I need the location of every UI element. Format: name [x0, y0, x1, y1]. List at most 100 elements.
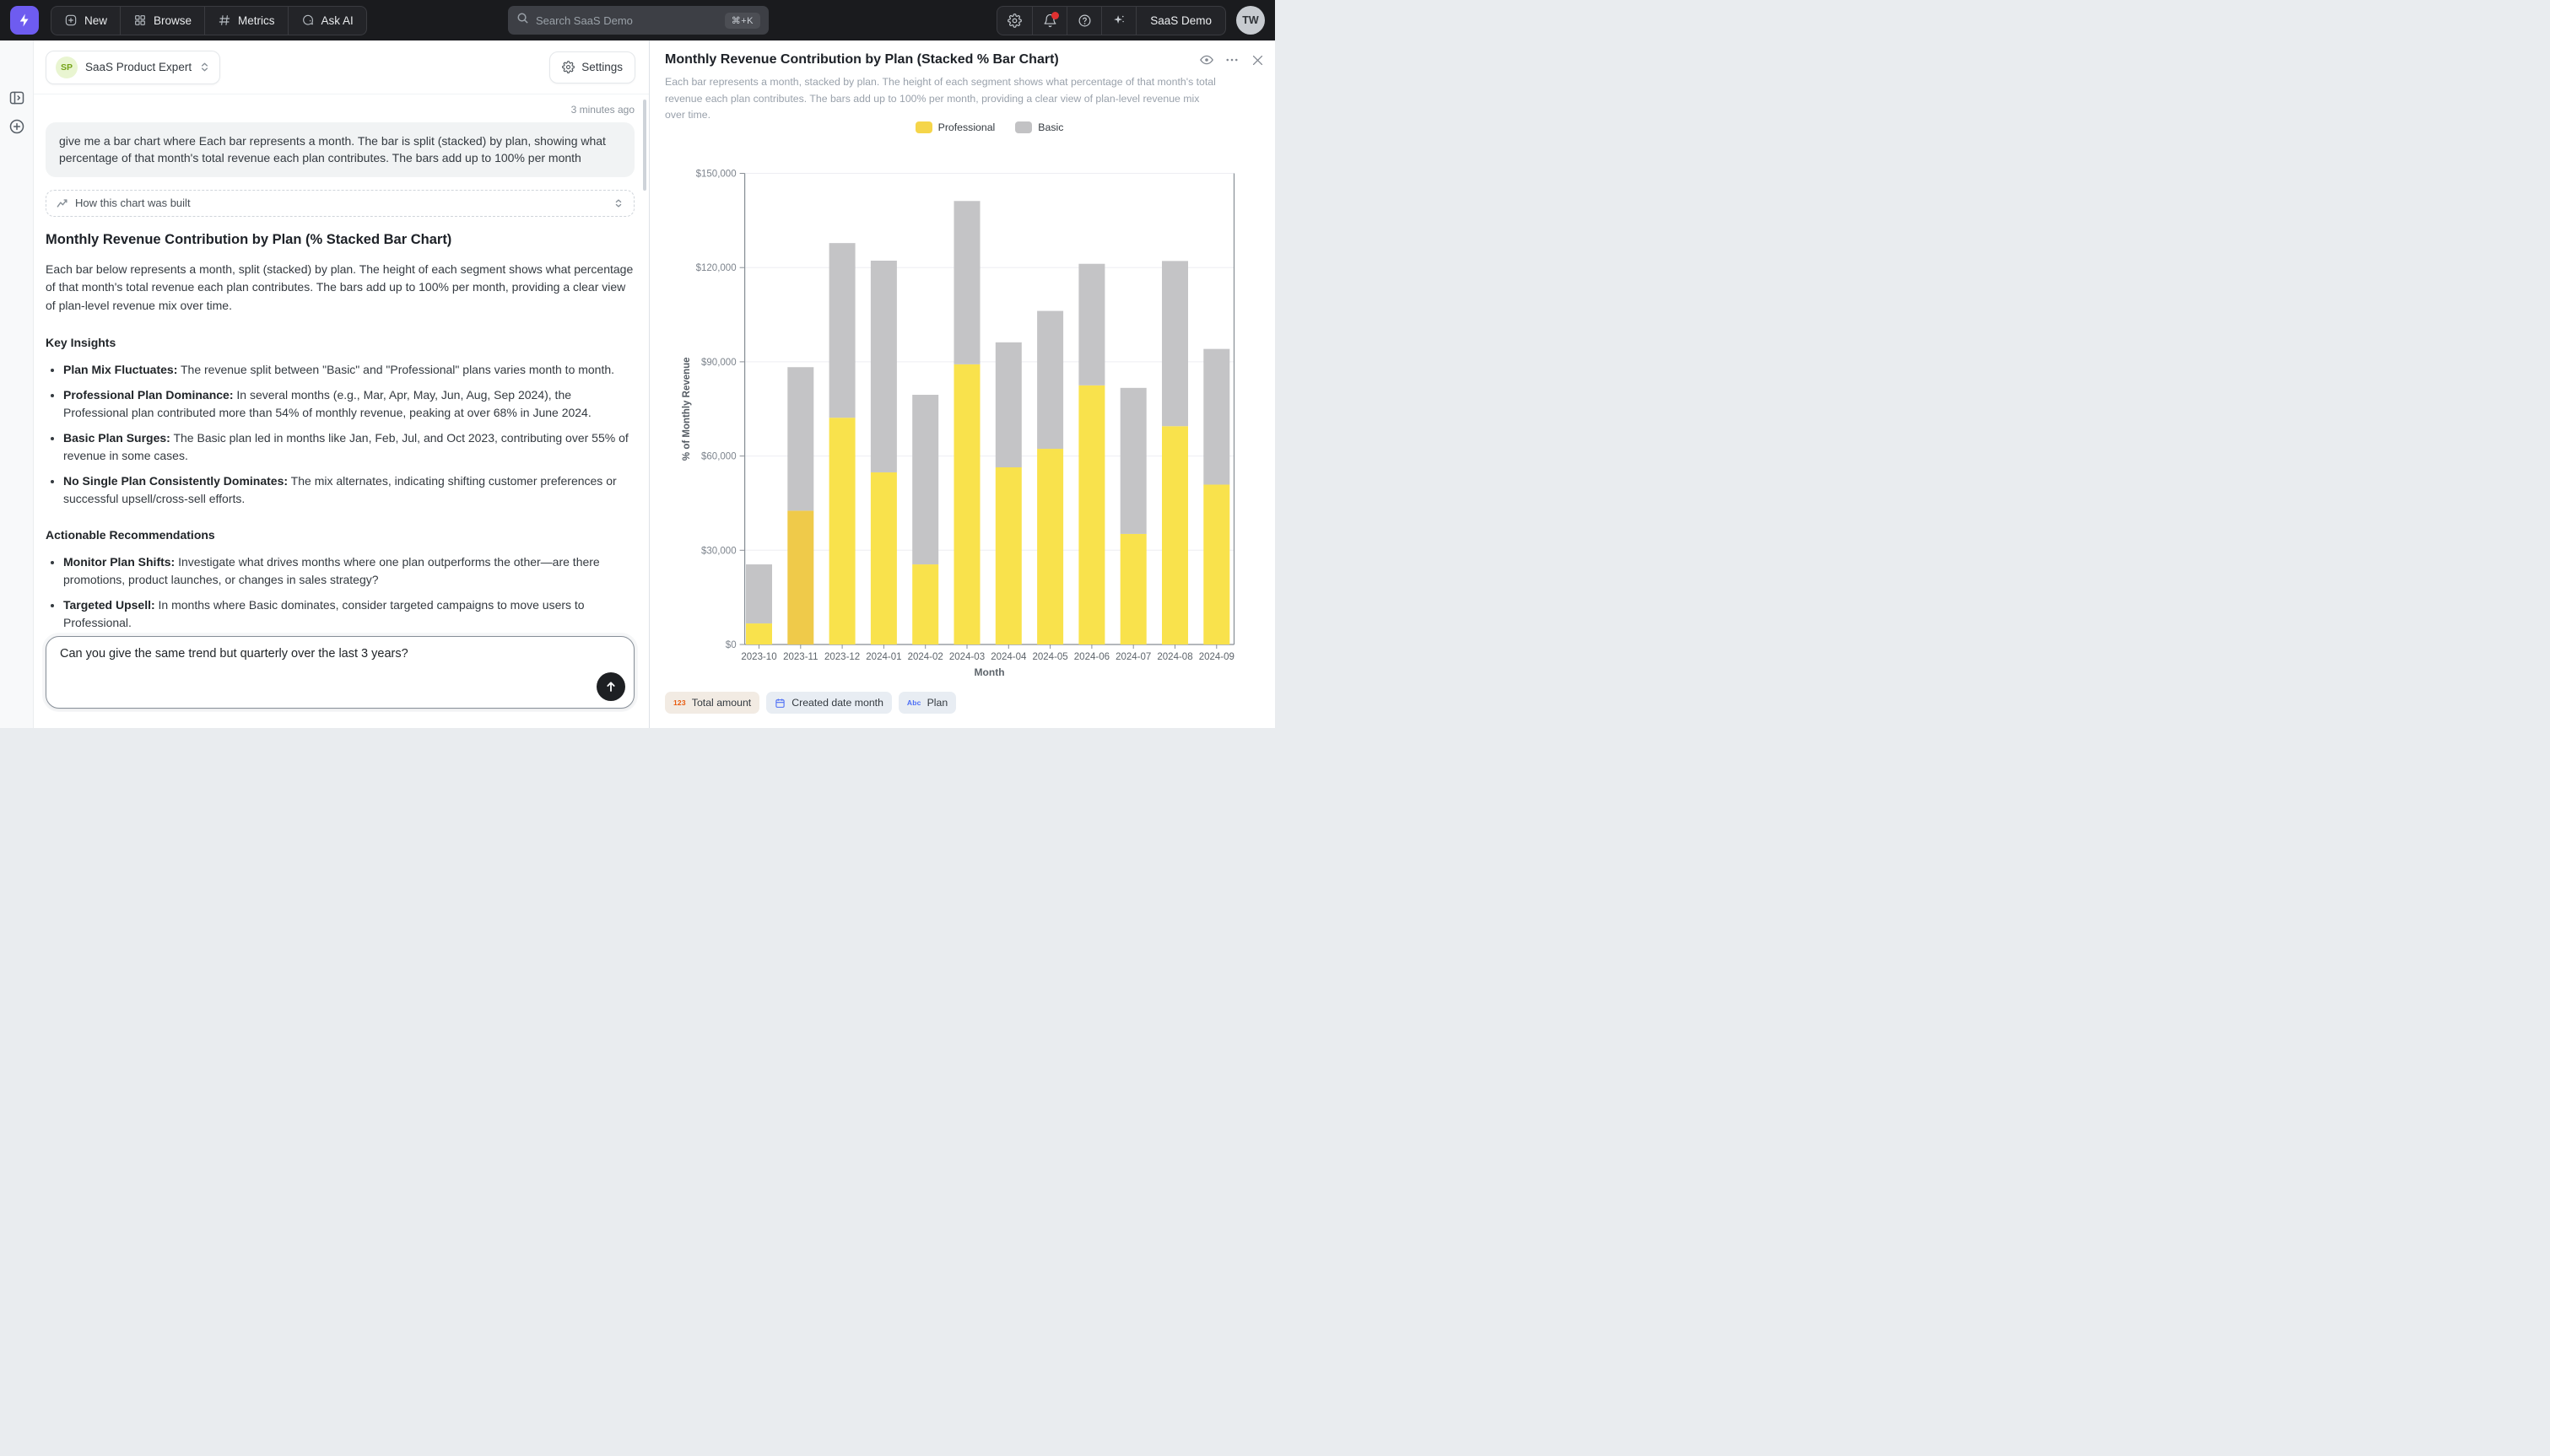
chart-panel: Monthly Revenue Contribution by Plan (St…	[650, 40, 1275, 728]
nav-item-browse[interactable]: Browse	[120, 7, 204, 35]
recommendations-list: Monitor Plan Shifts: Investigate what dr…	[46, 553, 635, 635]
list-item: Basic Plan Surges: The Basic plan led in…	[63, 429, 635, 465]
y-tick-label: $150,000	[696, 170, 737, 180]
x-tick-label: 2024-06	[1074, 652, 1110, 662]
new-thread-plus-icon[interactable]	[8, 118, 25, 139]
agent-settings-button[interactable]: Settings	[549, 51, 635, 84]
hash-icon	[218, 13, 231, 27]
chat-scroll-area[interactable]: 3 minutes ago give me a bar chart where …	[46, 94, 635, 635]
key-insights-heading: Key Insights	[46, 336, 635, 349]
search-placeholder: Search SaaS Demo	[536, 14, 633, 27]
bar-segment-professional[interactable]	[1162, 426, 1188, 644]
nav-item-new[interactable]: New	[51, 7, 120, 35]
x-tick-label: 2023-12	[824, 652, 860, 662]
settings-gear-button[interactable]	[997, 7, 1032, 35]
field-tag-plan[interactable]: AbcPlan	[899, 692, 956, 714]
search-icon	[516, 12, 529, 29]
preview-eye-icon[interactable]	[1199, 52, 1214, 67]
bar-segment-professional[interactable]	[829, 418, 856, 644]
bar-segment-professional[interactable]	[787, 510, 813, 644]
navbar-action-group: SaaS Demo	[997, 6, 1226, 35]
x-tick-label: 2024-02	[908, 652, 943, 662]
bar-segment-basic[interactable]	[1162, 261, 1188, 426]
bar-segment-basic[interactable]	[1078, 264, 1105, 386]
bar-segment-basic[interactable]	[912, 395, 938, 564]
chart-panel-description: Each bar represents a month, stacked by …	[665, 74, 1218, 124]
bar-segment-basic[interactable]	[996, 342, 1022, 467]
list-item: Plan Mix Fluctuates: The revenue split b…	[63, 361, 635, 379]
bar-segment-basic[interactable]	[1203, 349, 1229, 485]
gear-icon	[562, 61, 575, 73]
x-tick-label: 2024-04	[991, 652, 1027, 662]
sparkles-button[interactable]	[1101, 7, 1136, 35]
bar-segment-professional[interactable]	[996, 467, 1022, 644]
nav-item-metrics[interactable]: Metrics	[204, 7, 288, 35]
legend-item-basic[interactable]: Basic	[1015, 121, 1063, 133]
how-chart-built-toggle[interactable]: How this chart was built	[46, 190, 635, 217]
search-shortcut-badge: ⌘+K	[725, 13, 760, 29]
recommendations-heading: Actionable Recommendations	[46, 528, 635, 542]
y-tick-label: $90,000	[701, 358, 737, 368]
number-123-icon: 123	[673, 698, 686, 707]
org-switcher-button[interactable]: SaaS Demo	[1136, 7, 1225, 35]
x-axis-title: Month	[975, 666, 1005, 678]
bar-segment-professional[interactable]	[1121, 534, 1147, 644]
bar-segment-professional[interactable]	[912, 564, 938, 644]
bar-segment-professional[interactable]	[954, 364, 981, 644]
legend-label: Professional	[938, 121, 996, 133]
user-avatar[interactable]: TW	[1236, 6, 1265, 35]
app-window: NewBrowseMetricsAsk AI Search SaaS Demo …	[0, 0, 1275, 728]
x-tick-label: 2024-05	[1032, 652, 1067, 662]
bar-segment-professional[interactable]	[746, 623, 772, 644]
field-tag-created-date-month[interactable]: Created date month	[766, 692, 892, 714]
text-abc-icon: Abc	[907, 698, 921, 707]
field-tags: 123Total amount Created date month AbcPlan	[665, 692, 956, 714]
message-input[interactable]: Can you give the same trend but quarterl…	[46, 636, 635, 709]
bar-segment-basic[interactable]	[1121, 388, 1147, 534]
chart-panel-actions	[1199, 52, 1265, 67]
left-rail	[0, 40, 34, 728]
y-tick-label: $30,000	[701, 546, 737, 556]
x-tick-label: 2024-03	[949, 652, 985, 662]
chat-scrollbar-thumb[interactable]	[643, 100, 646, 191]
bar-segment-professional[interactable]	[1078, 386, 1105, 644]
x-tick-label: 2023-10	[741, 652, 776, 662]
close-icon[interactable]	[1250, 52, 1265, 67]
bar-segment-basic[interactable]	[829, 243, 856, 418]
bar-segment-basic[interactable]	[1037, 311, 1063, 449]
help-button[interactable]	[1067, 7, 1101, 35]
list-item: Professional Plan Dominance: In several …	[63, 386, 635, 422]
message-input-value: Can you give the same trend but quarterl…	[60, 647, 620, 661]
app-logo-lightning-icon[interactable]	[10, 6, 39, 35]
bar-segment-professional[interactable]	[871, 472, 897, 644]
bar-segment-basic[interactable]	[871, 261, 897, 472]
bar-segment-basic[interactable]	[954, 201, 981, 364]
send-button[interactable]	[597, 672, 625, 701]
global-search-input[interactable]: Search SaaS Demo ⌘+K	[508, 6, 769, 35]
chart-line-icon	[57, 197, 68, 209]
chart-panel-title: Monthly Revenue Contribution by Plan (St…	[665, 52, 1059, 67]
collapse-sidebar-icon[interactable]	[8, 89, 25, 111]
bar-segment-professional[interactable]	[1203, 484, 1229, 644]
more-options-icon[interactable]	[1224, 52, 1240, 67]
agent-avatar: SP	[56, 57, 78, 78]
chat-sparkle-icon	[301, 13, 315, 27]
legend-item-professional[interactable]: Professional	[916, 121, 996, 133]
chart-legend: Professional Basic	[744, 121, 1234, 133]
field-tag-total-amount[interactable]: 123Total amount	[665, 692, 759, 714]
agent-selector[interactable]: SP SaaS Product Expert	[46, 51, 220, 84]
bar-segment-professional[interactable]	[1037, 449, 1063, 644]
notification-dot	[1051, 12, 1059, 19]
top-navbar: NewBrowseMetricsAsk AI Search SaaS Demo …	[0, 0, 1275, 40]
x-tick-label: 2024-09	[1199, 652, 1234, 662]
bar-segment-basic[interactable]	[746, 564, 772, 623]
nav-item-ask-ai[interactable]: Ask AI	[288, 7, 366, 35]
list-item: Targeted Upsell: In months where Basic d…	[63, 596, 635, 632]
y-tick-label: $60,000	[701, 452, 737, 462]
bar-segment-basic[interactable]	[787, 367, 813, 510]
notifications-bell-button[interactable]	[1032, 7, 1067, 35]
y-tick-label: $0	[726, 640, 737, 650]
x-tick-label: 2023-11	[783, 652, 818, 662]
grid-icon	[133, 13, 147, 27]
legend-swatch	[916, 121, 932, 133]
